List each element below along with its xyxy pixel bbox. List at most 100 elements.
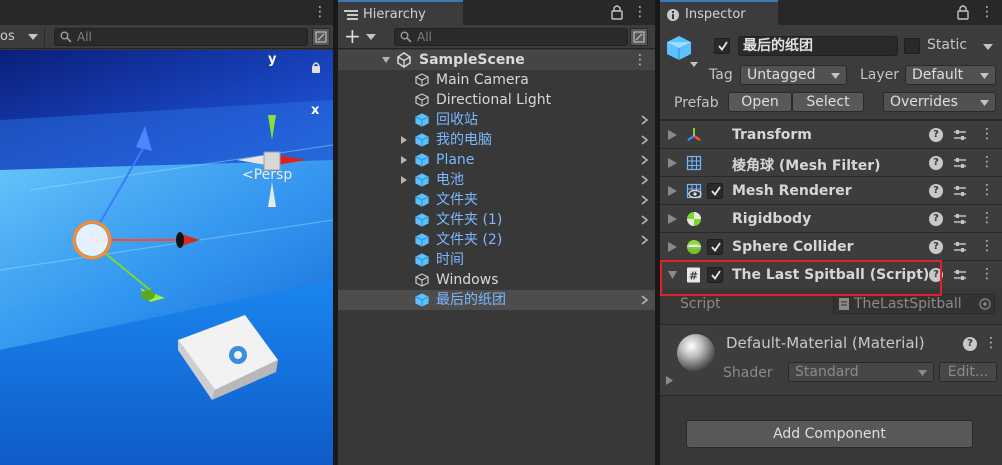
hierarchy-item[interactable]: 电池	[338, 170, 655, 190]
gizmos-dropdown-icon[interactable]	[28, 34, 38, 41]
hierarchy-item[interactable]: Plane	[338, 150, 655, 170]
expand-arrow-icon[interactable]	[668, 186, 677, 196]
component-more-icon[interactable]: ⋮	[980, 125, 994, 143]
expand-arrow-icon[interactable]	[668, 214, 677, 224]
preset-icon[interactable]	[953, 184, 967, 198]
expand-arrow-icon[interactable]	[668, 158, 677, 168]
active-checkbox[interactable]	[714, 38, 730, 54]
component-name: 棱角球 (Mesh Filter)	[732, 158, 881, 174]
tab-hierarchy[interactable]: Hierarchy	[338, 0, 463, 25]
component-more-icon[interactable]: ⋮	[980, 237, 994, 255]
component-more-icon[interactable]: ⋮	[980, 181, 994, 199]
help-icon[interactable]: ?	[963, 337, 977, 351]
scene-search-options-button[interactable]	[312, 28, 330, 46]
component-more-icon[interactable]: ⋮	[980, 265, 994, 283]
lock-icon[interactable]	[611, 4, 623, 20]
layer-dropdown[interactable]: Default	[905, 65, 996, 85]
help-icon[interactable]: ?	[929, 184, 943, 198]
chevron-right-icon[interactable]	[641, 295, 649, 305]
scene-render	[0, 62, 333, 465]
inspector-panel: Inspector ⋮ 最后的纸团 Static Tag Untagged La…	[660, 0, 1002, 465]
hierarchy-item[interactable]: 最后的纸团	[338, 290, 655, 310]
chevron-right-icon[interactable]	[641, 135, 649, 145]
chevron-down-icon	[831, 73, 840, 79]
hierarchy-item[interactable]: 文件夹 (1)	[338, 210, 655, 230]
hierarchy-item[interactable]: Windows	[338, 270, 655, 290]
chevron-right-icon[interactable]	[641, 195, 649, 205]
hierarchy-toolbar: + All	[338, 25, 655, 49]
component-header[interactable]: Transform? ⋮	[660, 120, 1002, 148]
shader-edit-button[interactable]: Edit...	[939, 362, 997, 382]
expand-arrow-icon[interactable]	[668, 242, 677, 252]
hierarchy-item-label: 最后的纸团	[436, 292, 506, 308]
expand-arrow-right-icon[interactable]	[400, 176, 408, 184]
hierarchy-item[interactable]: Main Camera	[338, 70, 655, 90]
tag-dropdown[interactable]: Untagged	[740, 65, 847, 85]
scene-header-row[interactable]: SampleScene ⋮	[338, 50, 655, 70]
component-more-icon[interactable]: ⋮	[980, 209, 994, 227]
hierarchy-item-label: 我的电脑	[436, 132, 492, 148]
hierarchy-more-icon[interactable]: ⋮	[633, 3, 647, 21]
gameobject-cube-icon	[415, 273, 429, 287]
chevron-right-icon[interactable]	[641, 115, 649, 125]
help-icon[interactable]: ?	[929, 128, 943, 142]
prefab-overrides-dropdown[interactable]: Overrides	[883, 92, 996, 112]
scene-search-input[interactable]: All	[54, 28, 308, 46]
component-header[interactable]: Mesh Renderer? ⋮	[660, 176, 1002, 204]
material-expand-arrow-icon[interactable]	[666, 376, 673, 385]
hierarchy-item[interactable]: 时间	[338, 250, 655, 270]
scene-tabbar: ⋮	[0, 0, 333, 25]
tab-inspector[interactable]: Inspector	[660, 0, 778, 25]
prefab-open-button[interactable]: Open	[728, 92, 792, 112]
chevron-right-icon[interactable]	[641, 235, 649, 245]
hierarchy-search-options-button[interactable]	[630, 28, 648, 46]
chevron-right-icon[interactable]	[641, 175, 649, 185]
chevron-right-icon[interactable]	[641, 155, 649, 165]
shader-dropdown[interactable]: Standard	[788, 362, 934, 382]
preset-icon[interactable]	[953, 240, 967, 254]
static-checkbox[interactable]	[904, 38, 920, 54]
hierarchy-search-input[interactable]: All	[394, 28, 628, 46]
chevron-right-icon[interactable]	[641, 215, 649, 225]
hierarchy-item[interactable]: 我的电脑	[338, 130, 655, 150]
scene-more-icon[interactable]: ⋮	[313, 3, 327, 21]
preset-icon[interactable]	[953, 156, 967, 170]
gizmos-dropdown-label[interactable]: os	[0, 29, 15, 44]
add-component-button[interactable]: Add Component	[686, 420, 973, 448]
inspector-more-icon[interactable]: ⋮	[980, 3, 994, 21]
object-name-field[interactable]: 最后的纸团	[738, 36, 898, 56]
hierarchy-panel: Hierarchy ⋮ + All SampleScene ⋮ Main Cam…	[338, 0, 655, 465]
static-dropdown-icon[interactable]	[983, 44, 993, 51]
expand-arrow-icon[interactable]	[668, 130, 677, 140]
component-enabled-checkbox[interactable]	[707, 239, 723, 255]
component-header[interactable]: Sphere Collider? ⋮	[660, 232, 1002, 260]
hierarchy-item[interactable]: Directional Light	[338, 90, 655, 110]
hierarchy-item[interactable]: 文件夹	[338, 190, 655, 210]
material-more-icon[interactable]: ⋮	[984, 334, 998, 352]
scene-more-icon[interactable]: ⋮	[633, 51, 647, 69]
help-icon[interactable]: ?	[929, 212, 943, 226]
preset-icon[interactable]	[953, 128, 967, 142]
add-button[interactable]: +	[344, 25, 361, 47]
add-dropdown-icon[interactable]	[366, 34, 376, 41]
component-more-icon[interactable]: ⋮	[980, 153, 994, 171]
icon-dropdown-icon[interactable]	[690, 62, 698, 68]
script-object-field[interactable]: TheLastSpitball	[833, 294, 995, 314]
hierarchy-item[interactable]: 回收站	[338, 110, 655, 130]
object-picker-icon[interactable]	[979, 298, 991, 310]
expand-arrow-down-icon[interactable]	[382, 56, 390, 64]
component-header[interactable]: 棱角球 (Mesh Filter)? ⋮	[660, 148, 1002, 176]
component-header[interactable]: Rigidbody? ⋮	[660, 204, 1002, 232]
preset-icon[interactable]	[953, 212, 967, 226]
prefab-select-button[interactable]: Select	[792, 92, 864, 112]
help-icon[interactable]: ?	[929, 240, 943, 254]
hierarchy-item[interactable]: 文件夹 (2)	[338, 230, 655, 250]
scene-viewport[interactable]: y x <Persp	[0, 50, 333, 465]
expand-arrow-right-icon[interactable]	[400, 156, 408, 164]
component-enabled-checkbox[interactable]	[707, 183, 723, 199]
lock-icon[interactable]	[957, 4, 969, 20]
expand-arrow-right-icon[interactable]	[400, 136, 408, 144]
help-icon[interactable]: ?	[929, 156, 943, 170]
persp-label[interactable]: <Persp	[242, 167, 292, 183]
preset-icon[interactable]	[953, 268, 967, 282]
